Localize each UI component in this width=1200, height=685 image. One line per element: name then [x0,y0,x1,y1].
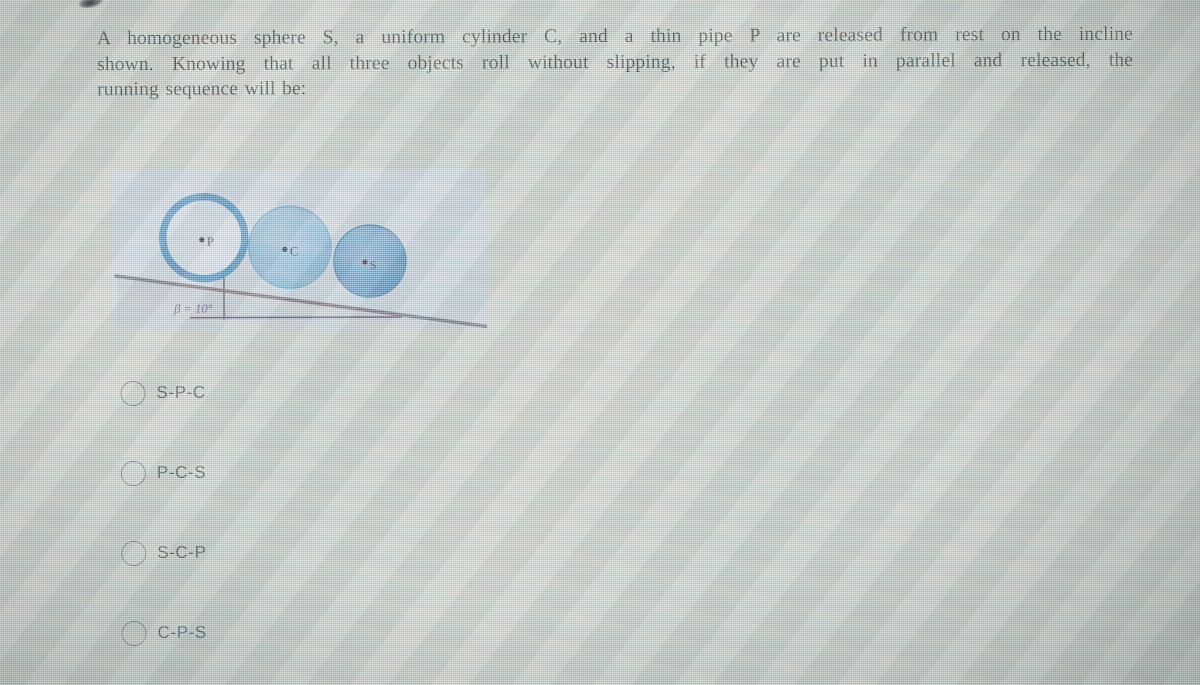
question-line-3: running sequence will be: [97,78,307,101]
radio-button-option-2[interactable] [120,460,146,487]
option-row-1[interactable]: S-P-C [120,378,540,460]
incline-diagram: β = 10° P C S [111,168,488,331]
question-line-2: shown. Knowing that all three objects ro… [97,49,1134,75]
radio-button-option-1[interactable] [120,380,146,407]
option-label-4[interactable]: C-P-S [158,620,207,645]
answer-options-list: S-P-C P-C-S S-C-P C-P-S [120,378,541,685]
screen-content: A homogeneous sphere S, a uniform cylind… [0,0,1200,685]
body-cylinder: C [248,205,332,290]
angle-label: β = 10° [173,302,212,316]
radio-button-option-4[interactable] [121,620,147,647]
option-row-2[interactable]: P-C-S [120,458,541,540]
body-pipe: P [159,192,249,283]
option-label-3[interactable]: S-C-P [157,540,206,565]
photographed-screen: A homogeneous sphere S, a uniform cylind… [0,0,1200,685]
incline-diagram-svg: β = 10° P C S [114,192,488,331]
question-text: A homogeneous sphere S, a uniform cylind… [97,22,1133,103]
option-row-3[interactable]: S-C-P [121,538,541,620]
question-line-1: A homogeneous sphere S, a uniform cylind… [96,23,1134,50]
sphere-label: S [370,260,376,272]
incline-base-line [190,315,403,319]
option-label-2[interactable]: P-C-S [157,460,206,485]
cylinder-center-dot [282,246,288,252]
cylinder-label: C [290,244,298,258]
option-label-1[interactable]: S-P-C [156,380,205,405]
option-row-4[interactable]: C-P-S [121,618,542,685]
pipe-label: P [207,235,214,249]
body-sphere: S [333,224,407,298]
radio-button-option-3[interactable] [121,540,147,567]
sphere-center-dot [362,259,368,265]
pipe-center-dot [199,237,205,243]
pipe-outer-circle [159,192,249,283]
